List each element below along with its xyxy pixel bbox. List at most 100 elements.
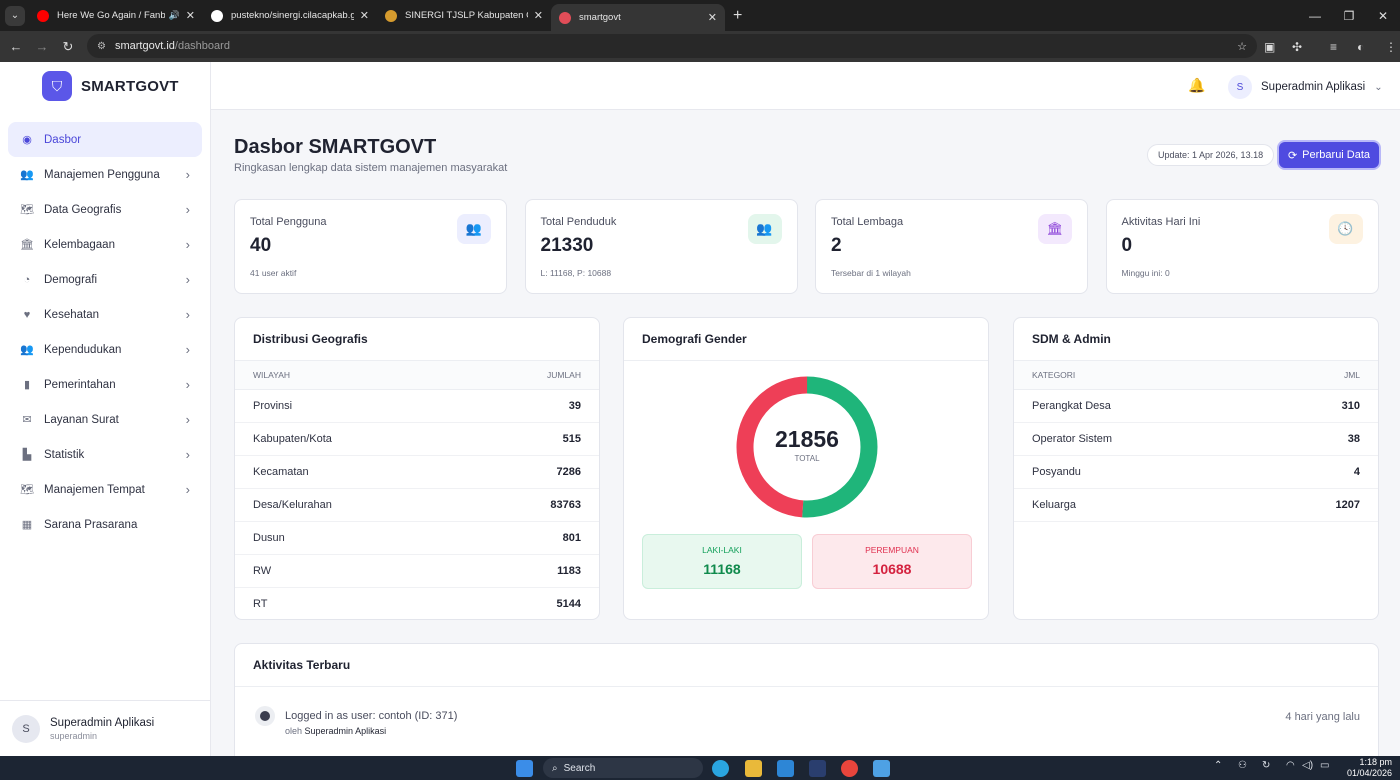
chevron-right-icon: › <box>185 237 190 252</box>
browser-tab-title: Here We Go Again / Fanboi <box>57 10 165 21</box>
row-label: Kabupaten/Kota <box>253 433 332 445</box>
female-label: PEREMPUAN <box>865 545 919 555</box>
close-window-button[interactable]: ✕ <box>1366 9 1400 23</box>
battery-icon[interactable]: ▭ <box>1320 760 1329 771</box>
row-value: 310 <box>1341 400 1360 412</box>
row-value: 515 <box>562 433 581 445</box>
x-logo-icon <box>559 11 571 24</box>
reload-button[interactable]: ↻ <box>55 39 81 55</box>
back-button[interactable]: ← <box>3 39 29 54</box>
sidebar-item-label: Demografi <box>44 273 98 286</box>
sidebar-item-manajemen-pengguna[interactable]: 👥 Manajemen Pengguna › <box>8 157 202 192</box>
shield-logo-icon: ⛉ <box>42 71 72 101</box>
emblem-icon <box>385 9 397 22</box>
topbar: 🔔 S Superadmin Aplikasi ⌄ <box>211 62 1400 110</box>
sidebar-item-pemerintahan[interactable]: ▮ Pemerintahan › <box>8 367 202 402</box>
minimize-button[interactable]: — <box>1298 9 1332 23</box>
table-row: RW 1183 <box>235 555 599 588</box>
wifi-icon[interactable]: ◠ <box>1286 760 1295 771</box>
sidebar-item-label: Pemerintahan <box>44 378 116 391</box>
tab-search-button[interactable]: ⌄ <box>5 5 25 26</box>
maximize-button[interactable]: ❐ <box>1332 9 1366 23</box>
sidebar-item-dasbor[interactable]: ◉ Dasbor <box>8 122 202 157</box>
profile-avatar[interactable]: ◐ <box>1357 31 1364 62</box>
row-value: 83763 <box>550 499 581 511</box>
chrome-icon[interactable] <box>841 760 858 777</box>
map-icon: 🗺 <box>20 484 34 496</box>
refresh-label: Perbarui Data <box>1302 149 1371 161</box>
close-tab-icon[interactable]: ✕ <box>708 11 717 24</box>
bookmark-star-icon[interactable]: ☆ <box>1237 40 1247 53</box>
taskbar-clock[interactable]: 1:18 pm 01/04/2026 <box>1347 757 1392 779</box>
speaker-icon[interactable]: 🔊 <box>169 10 180 21</box>
male-label: LAKI-LAKI <box>702 545 742 555</box>
stat-subtext: Minggu ini: 0 <box>1121 268 1170 278</box>
sidebar-item-demografi[interactable]: ◔ Demografi › <box>8 262 202 297</box>
sidebar-item-label: Kelembagaan <box>44 238 115 251</box>
volume-icon[interactable]: ◁) <box>1302 760 1313 771</box>
brand[interactable]: ⛉ SMARTGOVT <box>0 62 210 110</box>
sidebar-item-data-geografis[interactable]: 🗺 Data Geografis › <box>8 192 202 227</box>
address-bar[interactable]: ⚙ smartgovt.id/dashboard ☆ <box>87 34 1257 58</box>
vscode-icon[interactable] <box>777 760 794 777</box>
sidebar-item-kelembagaan[interactable]: 🏛 Kelembagaan › <box>8 227 202 262</box>
sidebar: ⛉ SMARTGOVT ◉ Dasbor 👥 Manajemen Penggun… <box>0 62 211 756</box>
stat-label: Total Pengguna <box>250 216 327 228</box>
users-icon: 👥 <box>457 214 491 244</box>
notepad-icon[interactable] <box>873 760 890 777</box>
tray-sync-icon[interactable]: ↻ <box>1262 760 1270 771</box>
sidebar-item-manajemen-tempat[interactable]: 🗺 Manajemen Tempat › <box>8 472 202 507</box>
extension-icon[interactable]: ▣ <box>1264 31 1275 62</box>
pie-chart-icon: ◔ <box>23 273 31 286</box>
people-icon: 👥 <box>747 214 782 244</box>
tray-chevron-icon[interactable]: ⌃ <box>1214 760 1222 771</box>
telegram-icon[interactable] <box>712 760 729 777</box>
column-header: WILAYAH <box>253 370 290 380</box>
new-tab-button[interactable]: + <box>733 7 742 25</box>
stat-subtext: L: 11168, P: 10688 <box>540 268 612 278</box>
media-controls-icon[interactable]: ≡ <box>1330 31 1337 62</box>
tray-app-icon[interactable]: ⚇ <box>1238 760 1247 771</box>
file-explorer-icon[interactable] <box>745 760 762 777</box>
user-menu[interactable]: S Superadmin Aplikasi ⌄ <box>1228 75 1383 99</box>
table-header: WILAYAH JUMLAH <box>235 360 599 390</box>
sidebar-item-kependudukan[interactable]: 👥 Kependudukan › <box>8 332 202 367</box>
male-count-box: LAKI-LAKI 11168 <box>642 534 802 589</box>
forward-button[interactable]: → <box>29 39 55 54</box>
stat-subtext: 41 user aktif <box>250 268 297 278</box>
institution-icon: 🏛 <box>20 239 34 251</box>
sidebar-item-layanan-surat[interactable]: ✉ Layanan Surat › <box>8 402 202 437</box>
taskbar-search[interactable]: ⌕ Search <box>543 758 703 778</box>
sidebar-item-sarana-prasarana[interactable]: ▦ Sarana Prasarana <box>8 507 202 542</box>
notification-bell-icon[interactable]: 🔔 <box>1188 77 1205 94</box>
browser-tab[interactable]: smartgovt ✕ <box>551 4 725 31</box>
windows-start-icon[interactable] <box>516 760 533 777</box>
terminal-icon[interactable] <box>809 760 826 777</box>
close-tab-icon[interactable]: ✕ <box>360 9 369 22</box>
panel-title: Aktivitas Terbaru <box>253 658 351 672</box>
row-label: Operator Sistem <box>1032 433 1113 445</box>
sidebar-item-statistik[interactable]: ▙ Statistik › <box>8 437 202 472</box>
sidebar-user-name: Superadmin Aplikasi <box>50 716 155 729</box>
browser-tab[interactable]: SINERGI TJSLP Kabupaten Cilac ✕ <box>377 0 551 31</box>
browser-tab[interactable]: Here We Go Again / Fanboi 🔊 ✕ <box>29 0 203 31</box>
youtube-icon <box>37 9 49 22</box>
close-tab-icon[interactable]: ✕ <box>534 9 543 22</box>
extensions-puzzle-icon[interactable]: ✣ <box>1292 31 1302 62</box>
browser-menu-icon[interactable]: ⋮ <box>1385 31 1397 62</box>
page-subtitle: Ringkasan lengkap data sistem manajemen … <box>234 162 508 174</box>
city-icon: ▦ <box>21 519 33 531</box>
refresh-icon: ⟳ <box>1287 149 1298 162</box>
row-value: 4 <box>1353 466 1360 478</box>
site-info-icon[interactable]: ⚙ <box>97 41 106 52</box>
browser-tab-title: pustekno/sinergi.cilacapkab.go <box>231 10 354 21</box>
refresh-data-button[interactable]: ⟳ Perbarui Data <box>1279 142 1379 168</box>
sidebar-user[interactable]: S Superadmin Aplikasi superadmin <box>0 700 210 756</box>
close-tab-icon[interactable]: ✕ <box>186 9 195 22</box>
browser-tab[interactable]: pustekno/sinergi.cilacapkab.go ✕ <box>203 0 377 31</box>
sidebar-item-kesehatan[interactable]: ♥ Kesehatan › <box>8 297 202 332</box>
clock-icon: 🕓 <box>1328 214 1363 244</box>
browser-toolbar: ← → ↻ ⚙ smartgovt.id/dashboard ☆ ▣ ✣ ≡ ◐… <box>0 31 1400 62</box>
users-icon: 👥 <box>20 169 34 181</box>
url-host: smartgovt.id <box>114 40 175 52</box>
